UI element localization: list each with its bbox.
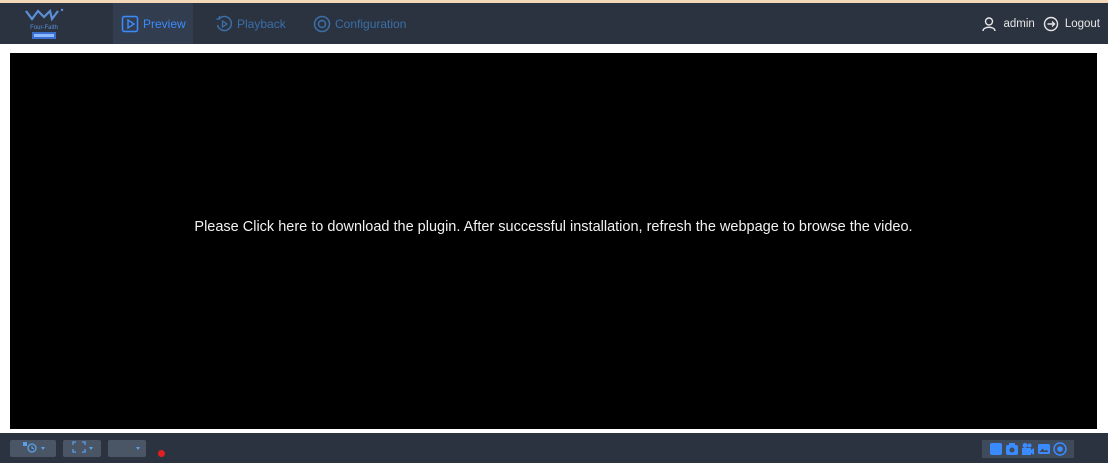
chevron-down-icon [88,447,93,450]
user-menu[interactable]: admin [981,16,1035,32]
video-player-area[interactable]: Please Click here to download the plugin… [10,53,1097,429]
svg-text:Four-Faith: Four-Faith [30,25,58,31]
bottom-toolbar [0,433,1108,463]
tab-playback[interactable]: Playback [215,3,286,44]
plugin-download-message[interactable]: Please Click here to download the plugin… [10,219,1097,235]
logout-icon [1043,16,1059,32]
window-select-dropdown[interactable] [108,440,146,457]
start-all-icon[interactable] [1053,442,1067,456]
play-square-icon [121,15,139,33]
logout-label: Logout [1064,17,1100,30]
username-label: admin [1003,17,1035,30]
stream-layout-icon [22,440,38,458]
logout-button[interactable]: Logout [1043,16,1100,32]
tab-preview[interactable]: Preview [113,3,193,44]
user-area: admin Logout [981,3,1108,44]
top-navigation-bar: Four-Faith Preview Playback Configuratio… [0,0,1108,44]
company-logo: Four-Faith [18,7,70,41]
snapshot-icon[interactable] [1005,442,1019,456]
recording-indicator-icon [158,450,165,457]
chevron-down-icon [136,447,140,450]
tab-configuration[interactable]: Configuration [313,3,406,44]
user-icon [981,16,997,32]
playback-icon [215,15,233,33]
fullscreen-icon [71,440,86,458]
fullscreen-button[interactable] [63,440,101,457]
record-icon[interactable] [1021,442,1035,456]
chevron-down-icon [40,447,45,450]
capture-image-icon[interactable] [1037,442,1051,456]
stop-all-icon[interactable] [989,442,1003,456]
settings-circle-icon [313,15,331,33]
tab-preview-label: Preview [143,16,186,31]
preview-tools [982,440,1074,458]
tab-playback-label: Playback [237,16,286,31]
stream-layout-button[interactable] [10,440,56,457]
tab-configuration-label: Configuration [335,16,407,31]
